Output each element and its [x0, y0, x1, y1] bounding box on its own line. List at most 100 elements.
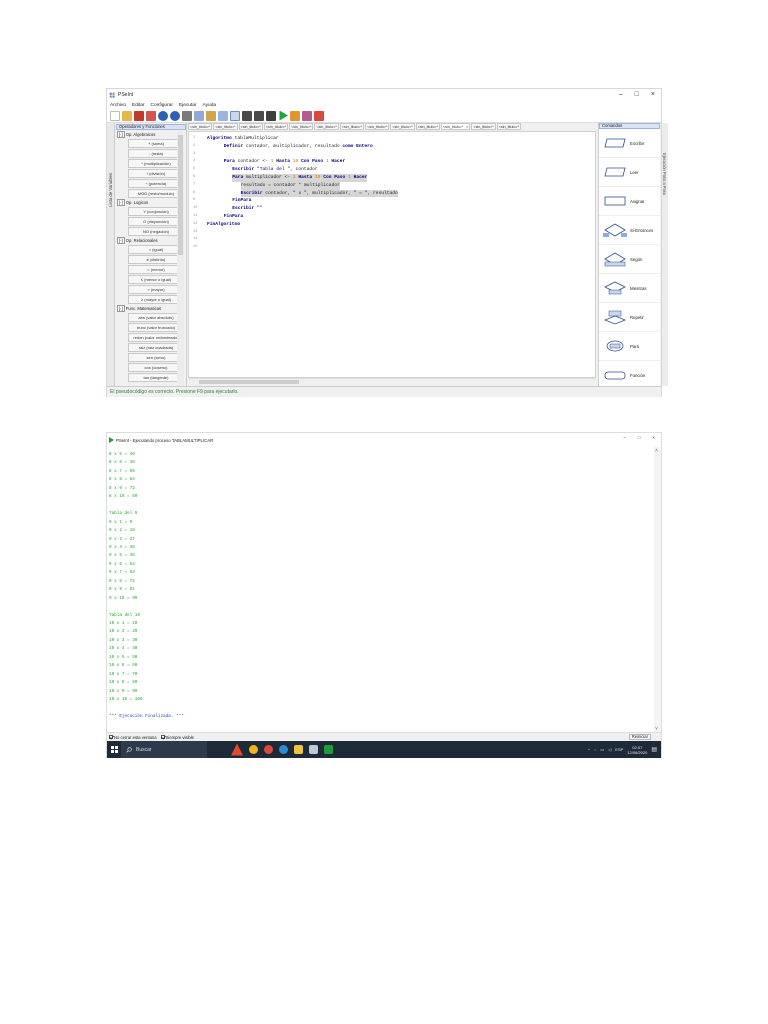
open-file-icon[interactable]: [122, 110, 132, 121]
copy-icon[interactable]: [194, 110, 204, 121]
code-line[interactable]: 10 Escribir "": [189, 205, 595, 213]
variables-list-tab[interactable]: Lista de Variables: [107, 123, 115, 386]
operator-button[interactable]: O (disyunción): [128, 217, 184, 226]
maximize-button[interactable]: □: [638, 435, 641, 440]
operator-button[interactable]: Y (conjunción): [128, 207, 184, 216]
operator-button[interactable]: - (resta): [128, 149, 184, 158]
code-line[interactable]: 6 Para multiplicador <- 1 Hasta 10 Con Pa…: [189, 174, 595, 182]
code-line[interactable]: 3: [189, 151, 595, 159]
always-visible-checkbox[interactable]: Siempre visible: [160, 735, 194, 740]
collapse-toggle-icon[interactable]: [-]: [117, 199, 125, 206]
file-tab[interactable]: <sin_titulo>*: [339, 123, 365, 130]
operator-button[interactable]: NO (negación): [128, 227, 184, 236]
operators-scrollbar[interactable]: [177, 131, 184, 386]
collapse-toggle-icon[interactable]: [-]: [117, 305, 125, 312]
file-tab[interactable]: <sin_titulo>*: [238, 123, 263, 130]
checkbox-checked-icon[interactable]: [109, 735, 113, 739]
command-button[interactable]: Según: [599, 245, 660, 274]
file-explorer-app-icon[interactable]: [294, 745, 303, 754]
code-line[interactable]: 5 Escribir "Tabla del ", contador: [189, 166, 595, 174]
file-tab[interactable]: <sin_titulo>*: [365, 123, 390, 130]
running-process-app-icon[interactable]: [324, 745, 333, 754]
operator-button[interactable]: ≤ (menor o igual): [128, 275, 184, 284]
command-button[interactable]: Para: [599, 332, 660, 361]
save-as-icon[interactable]: [146, 110, 156, 121]
file-tab[interactable]: <sin_titulo>*: [263, 123, 289, 130]
operator-button[interactable]: MOD (resto/modulo): [128, 189, 184, 198]
operator-button[interactable]: trunc (valor truncado): [128, 323, 184, 332]
command-button[interactable]: Mientras: [599, 274, 660, 303]
menu-archivo[interactable]: Archivo: [110, 103, 126, 108]
maximize-button[interactable]: □: [635, 91, 639, 98]
wifi-icon[interactable]: ◌: [594, 747, 596, 752]
operator-button[interactable]: + (suma): [128, 139, 184, 148]
operator-group-header[interactable]: [-] Op. Algebraicos: [116, 131, 186, 139]
operator-button[interactable]: ^ (potencia): [128, 179, 184, 188]
no-close-checkbox[interactable]: No cerrar esta ventana: [109, 735, 157, 740]
minimize-button[interactable]: –: [623, 435, 625, 440]
close-button[interactable]: ×: [651, 91, 655, 98]
file-tab[interactable]: <sin_titulo>*: [390, 123, 415, 130]
operator-button[interactable]: tan (tangente): [128, 373, 184, 382]
code-line[interactable]: 13: [189, 229, 595, 237]
file-tab[interactable]: <sin_titulo>*: [213, 123, 238, 130]
code-editor[interactable]: 1 Algoritmo tablaMultiplicar 2 Definir cont…: [188, 131, 596, 378]
menu-editar[interactable]: Editar: [132, 103, 145, 108]
file-tab[interactable]: <sin_titulo>*: [314, 123, 339, 130]
operator-button[interactable]: ≠ (distinto): [128, 255, 184, 264]
code-line[interactable]: 4 Para contador <- 1 Hasta 10 Con Paso 1 …: [189, 158, 595, 166]
acrobat-app-icon[interactable]: [231, 743, 243, 756]
restart-button[interactable]: Reiniciar: [628, 734, 651, 740]
collapse-toggle-icon[interactable]: [-]: [117, 131, 125, 138]
cut-icon[interactable]: [182, 110, 192, 121]
operator-group-header[interactable]: [-] Func. Matematicas: [116, 305, 186, 313]
collapse-toggle-icon[interactable]: [-]: [117, 237, 125, 244]
operator-button[interactable]: = (igual): [128, 245, 184, 254]
console-output[interactable]: 8 x 5 = 40 8 x 6 = 48 8 x 7 = 56 8 x 8 = 64…: [107, 447, 653, 732]
tray-expand-icon[interactable]: ^: [588, 747, 590, 752]
taskbar-search[interactable]: Buscar: [121, 741, 207, 758]
command-button[interactable]: Repetir: [599, 303, 660, 332]
console-vertical-scrollbar[interactable]: ˄ ˅: [654, 447, 661, 733]
new-file-icon[interactable]: [110, 110, 120, 121]
code-line[interactable]: 14: [189, 236, 595, 244]
command-button[interactable]: Leer: [599, 158, 660, 187]
minimize-button[interactable]: –: [619, 91, 623, 98]
step-run-icon[interactable]: [290, 110, 300, 121]
code-line[interactable]: 2 Definir contador, multiplicador, result…: [189, 143, 595, 151]
command-button[interactable]: Si-Entonces: [599, 216, 660, 245]
scrollbar-thumb[interactable]: [199, 380, 299, 384]
save-icon[interactable]: [134, 110, 144, 121]
flowchart-icon[interactable]: [230, 110, 240, 121]
editor-horizontal-scrollbar[interactable]: [189, 378, 596, 385]
menu-ayuda[interactable]: Ayuda: [203, 103, 217, 108]
file-tab[interactable]: <sin_titulo>*: [471, 123, 496, 130]
start-button[interactable]: [107, 741, 121, 758]
tab-close-icon[interactable]: ×: [466, 125, 468, 129]
file-tab[interactable]: <sin_titulo>*: [415, 123, 440, 130]
clock[interactable]: 02:07 12/06/2020: [627, 745, 647, 755]
command-button[interactable]: Asignar: [599, 187, 660, 216]
operator-group-header[interactable]: [-] Op. Relacionales: [116, 237, 186, 245]
file-tab[interactable]: <sin_titulo>*: [289, 123, 314, 130]
code-line[interactable]: 15: [189, 244, 595, 252]
paste-icon[interactable]: [206, 110, 216, 121]
help-icon[interactable]: [314, 110, 324, 121]
undo-icon[interactable]: [158, 110, 168, 121]
operator-button[interactable]: > (mayor): [128, 285, 184, 294]
operator-group-header[interactable]: [-] Op. Logicos: [116, 199, 186, 207]
code-line[interactable]: 9 FinPara: [189, 197, 595, 205]
file-tab[interactable]: <sin_titulo>*: [188, 123, 213, 130]
code-line[interactable]: 8 Escribir contador, " x ", multiplicador…: [189, 189, 595, 198]
code-line[interactable]: 12 FinAlgoritmo: [189, 221, 595, 229]
operator-button[interactable]: * (multiplicación): [128, 159, 184, 168]
operator-button[interactable]: / (división): [128, 169, 184, 178]
operator-button[interactable]: abs (valor absoluto): [128, 313, 184, 322]
debug-icon[interactable]: [302, 110, 312, 121]
close-button[interactable]: ×: [652, 435, 655, 440]
code-line[interactable]: 1 Algoritmo tablaMultiplicar: [189, 135, 595, 143]
command-button[interactable]: Escribir: [599, 129, 660, 158]
file-tab[interactable]: <sin_titulo>*: [496, 123, 522, 130]
scroll-up-icon[interactable]: ˄: [655, 448, 658, 454]
checkbox-checked-icon[interactable]: [160, 735, 165, 739]
